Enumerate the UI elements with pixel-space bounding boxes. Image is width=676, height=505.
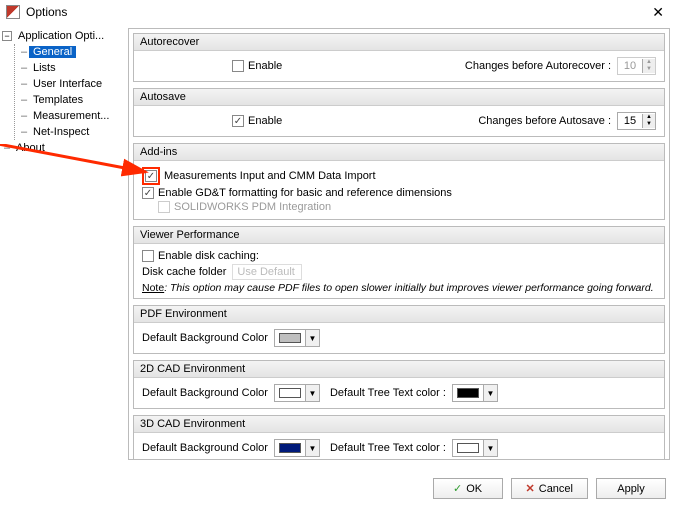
autosave-enable-checkbox[interactable] — [232, 115, 244, 127]
apply-button[interactable]: Apply — [596, 478, 666, 499]
autosave-spinner[interactable]: 15 ▲▼ — [617, 112, 656, 130]
viewer-note: Note: This option may cause PDF files to… — [142, 282, 656, 294]
tree-item-ui[interactable]: User Interface — [29, 78, 106, 90]
chevron-down-icon[interactable]: ▼ — [305, 385, 319, 401]
options-tree: − Application Opti... –General –Lists –U… — [0, 24, 128, 464]
cad2d-bg-label: Default Background Color — [142, 387, 268, 399]
group-2dcad-env: 2D CAD Environment Default Background Co… — [133, 360, 665, 409]
cache-label: Enable disk caching: — [158, 250, 259, 262]
color-swatch — [279, 333, 301, 343]
group-autorecover: Autorecover Enable Changes before Autore… — [133, 33, 665, 82]
pdf-bg-label: Default Background Color — [142, 332, 268, 344]
chevron-down-icon[interactable]: ▼ — [483, 440, 497, 456]
ok-button[interactable]: ✓OK — [433, 478, 503, 499]
group-title: Viewer Performance — [134, 227, 664, 244]
autorecover-spinner: 10 ▲▼ — [617, 57, 656, 75]
close-icon[interactable]: ✕ — [646, 4, 670, 21]
cad3d-tree-color-picker[interactable]: ▼ — [452, 439, 498, 457]
group-addins: Add-ins Measurements Input and CMM Data … — [133, 143, 665, 220]
autosave-changes-label: Changes before Autosave : — [478, 115, 611, 127]
dialog-buttons: ✓OK ✕Cancel Apply — [433, 478, 666, 499]
addin-cmm-label: Measurements Input and CMM Data Import — [164, 170, 376, 182]
tree-item-lists[interactable]: Lists — [29, 62, 60, 74]
chevron-down-icon[interactable]: ▼ — [305, 440, 319, 456]
chevron-down-icon[interactable]: ▼ — [483, 385, 497, 401]
color-swatch — [279, 388, 301, 398]
autorecover-enable-label: Enable — [248, 60, 282, 72]
cancel-button[interactable]: ✕Cancel — [511, 478, 588, 499]
group-viewer: Viewer Performance Enable disk caching: … — [133, 226, 665, 299]
tree-item-netinspect[interactable]: Net-Inspect — [29, 126, 93, 138]
group-pdf-env: PDF Environment Default Background Color… — [133, 305, 665, 354]
group-title: 3D CAD Environment — [134, 416, 664, 433]
settings-panel: Autorecover Enable Changes before Autore… — [128, 28, 670, 460]
group-autosave: Autosave Enable Changes before Autosave … — [133, 88, 665, 137]
highlight-annotation — [142, 167, 160, 185]
window-title: Options — [26, 5, 646, 19]
chevron-down-icon[interactable]: ▼ — [305, 330, 319, 346]
autorecover-changes-label: Changes before Autorecover : — [465, 60, 611, 72]
color-swatch — [457, 443, 479, 453]
color-swatch — [279, 443, 301, 453]
cad2d-tree-color-picker[interactable]: ▼ — [452, 384, 498, 402]
group-title: Add-ins — [134, 144, 664, 161]
group-3dcad-env: 3D CAD Environment Default Background Co… — [133, 415, 665, 460]
tree-item-measurement[interactable]: Measurement... — [29, 110, 113, 122]
group-title: Autosave — [134, 89, 664, 106]
group-title: 2D CAD Environment — [134, 361, 664, 378]
tree-item-templates[interactable]: Templates — [29, 94, 87, 106]
addin-gdt-label: Enable GD&T formatting for basic and ref… — [158, 187, 452, 199]
cad3d-bg-label: Default Background Color — [142, 442, 268, 454]
addin-pdm-checkbox — [158, 201, 170, 213]
cache-folder-input: Use Default — [232, 264, 302, 280]
cad2d-bg-color-picker[interactable]: ▼ — [274, 384, 320, 402]
tree-item-about[interactable]: About — [12, 142, 49, 154]
addin-gdt-checkbox[interactable] — [142, 187, 154, 199]
addin-cmm-checkbox[interactable] — [145, 170, 157, 182]
autosave-enable-label: Enable — [248, 115, 282, 127]
cache-checkbox[interactable] — [142, 250, 154, 262]
app-icon — [6, 5, 20, 19]
cad3d-tree-label: Default Tree Text color : — [330, 442, 446, 454]
tree-collapse-icon[interactable]: − — [2, 31, 12, 41]
pdf-bg-color-picker[interactable]: ▼ — [274, 329, 320, 347]
cache-folder-label: Disk cache folder — [142, 266, 226, 278]
addin-pdm-label: SOLIDWORKS PDM Integration — [174, 201, 331, 213]
cad2d-tree-label: Default Tree Text color : — [330, 387, 446, 399]
group-title: PDF Environment — [134, 306, 664, 323]
tree-item-general[interactable]: General — [29, 46, 76, 58]
color-swatch — [457, 388, 479, 398]
cad3d-bg-color-picker[interactable]: ▼ — [274, 439, 320, 457]
autorecover-enable-checkbox[interactable] — [232, 60, 244, 72]
tree-root[interactable]: Application Opti... — [14, 30, 108, 42]
check-icon: ✓ — [453, 482, 462, 495]
group-title: Autorecover — [134, 34, 664, 51]
x-icon: ✕ — [526, 482, 535, 495]
